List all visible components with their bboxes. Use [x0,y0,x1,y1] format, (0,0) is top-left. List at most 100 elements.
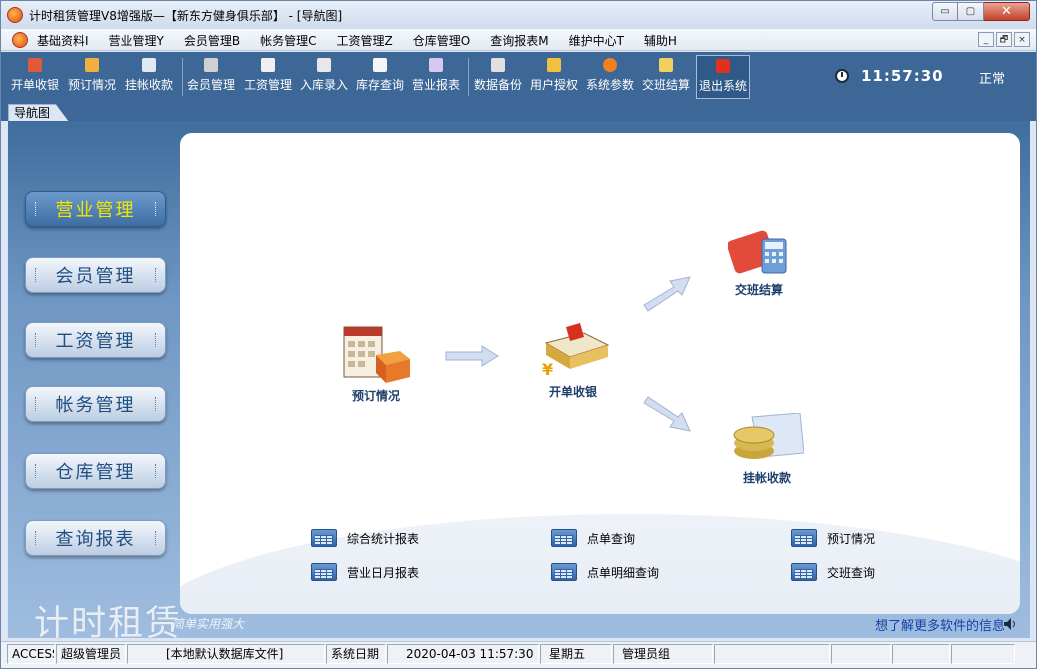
flow-booking-label: 预订情况 [351,389,400,403]
report-grid-icon [791,529,817,547]
nav-members-button[interactable]: 会员管理 [25,257,166,293]
toolbar-booking-label: 预订情况 [68,78,117,92]
mdi-minimize-button[interactable]: _ [978,32,994,47]
report-grid-icon [791,563,817,581]
toolbar-exit-label: 退出系统 [699,79,748,93]
toolbar-report-button[interactable]: 营业报表 [412,55,460,99]
flow-credit[interactable]: 挂帐收款 [730,413,804,486]
status-database-file: [本地默认数据库文件] [127,644,325,664]
nav-reports-button[interactable]: 查询报表 [25,520,166,556]
mdi-restore-button[interactable]: 🗗 [996,32,1012,47]
connection-status: 正常 [979,72,1006,87]
flow-booking[interactable]: 预订情况 [340,325,412,404]
menu-maintenance[interactable]: 维护中心T [569,32,634,49]
toolbar-separator [468,58,469,96]
status-empty-cell [951,644,1015,664]
flow-shift[interactable]: 交班结算 [728,227,790,298]
close-button[interactable]: ✕ [984,2,1030,21]
mdi-close-button[interactable]: × [1014,32,1030,47]
toolbar-checkout-label: 开单收银 [11,78,60,92]
toolbar-settings-button[interactable]: 系统参数 [586,55,634,99]
brand-logo-text: 计时租赁 [34,604,183,644]
backup-icon [491,58,505,72]
menu-members[interactable]: 会员管理B [184,32,250,49]
toolbar-stock-query-button[interactable]: 库存查询 [356,55,404,99]
calculator-card-icon [728,230,787,274]
cash-register-icon [28,58,42,72]
menu-bar: 基础资料I 营业管理Y 会员管理B 帐务管理C 工资管理Z 仓库管理O 查询报表… [1,29,1036,51]
flow-checkout[interactable]: ¥ 开单收银 [536,323,610,400]
toolbar-booking-button[interactable]: 预订情况 [68,55,116,99]
menu-warehouse[interactable]: 仓库管理O [413,32,480,49]
toolbar-wages-button[interactable]: 工资管理 [244,55,292,99]
toolbar-auth-label: 用户授权 [530,78,579,92]
link-order-query-label: 点单查询 [587,531,636,546]
app-icon [7,7,23,23]
menu-wages[interactable]: 工资管理Z [337,32,403,49]
stock-in-icon [317,58,331,72]
flow-panel: 预订情况 ¥ 开单收银 交班结算 挂帐收款 综合统计报表 点单查询 预订情况 营… [180,133,1020,614]
nav-business-button[interactable]: 营业管理 [25,191,166,227]
tab-strip: 导航图 [1,102,1036,122]
clock-icon [835,69,849,83]
mdi-app-icon[interactable] [12,32,28,48]
title-bar: 计时租赁管理V8增强版—【新东方健身俱乐部】 - [导航图] ▭ ▢ ✕ [1,1,1036,29]
flow-shift-label: 交班结算 [734,283,783,297]
stock-query-icon [373,58,387,72]
status-empty-cell [892,644,950,664]
toolbar-credit-button[interactable]: 挂帐收款 [125,55,173,99]
link-shift-query-label: 交班查询 [827,565,876,580]
status-empty-cell [831,644,891,664]
menu-help[interactable]: 辅助H [644,32,687,49]
status-empty-cell [714,644,830,664]
link-order-detail-query[interactable]: 点单明细查询 [551,563,659,581]
toolbar-exit-button[interactable]: 退出系统 [696,55,751,99]
toolbar-members-label: 会员管理 [187,78,236,92]
toolbar-members-button[interactable]: 会员管理 [187,55,235,99]
speaker-icon[interactable] [1003,617,1017,631]
svg-text:¥: ¥ [542,360,553,379]
menu-accounts[interactable]: 帐务管理C [260,32,326,49]
toolbar-stock-query-label: 库存查询 [356,78,405,92]
tab-navigation-map[interactable]: 导航图 [8,104,70,122]
more-info-link[interactable]: 想了解更多软件的信息 [875,615,1005,634]
link-summary-report[interactable]: 综合统计报表 [311,529,419,547]
arrow-down-right-icon [643,396,691,432]
flow-credit-label: 挂帐收款 [742,471,791,485]
toolbar-auth-button[interactable]: 用户授权 [530,55,578,99]
nav-accounts-button[interactable]: 帐务管理 [25,386,166,422]
arrow-up-right-icon [643,276,691,312]
wages-icon [261,58,275,72]
link-booking[interactable]: 预订情况 [791,529,875,547]
arrow-right-icon [445,345,499,367]
report-grid-icon [551,529,577,547]
minimize-button[interactable]: ▭ [932,2,958,21]
maximize-button[interactable]: ▢ [958,2,984,21]
booking-icon [85,58,99,72]
main-area: 营业管理 会员管理 工资管理 帐务管理 仓库管理 查询报表 预订情况 ¥ 开单收… [8,121,1030,644]
members-icon [204,58,218,72]
menu-reports[interactable]: 查询报表M [490,32,558,49]
exit-icon [716,59,730,73]
menu-basic-data[interactable]: 基础资料I [37,32,99,49]
menu-business[interactable]: 营业管理Y [109,32,174,49]
toolbar-backup-button[interactable]: 数据备份 [474,55,522,99]
link-booking-label: 预订情况 [827,531,876,546]
link-shift-query[interactable]: 交班查询 [791,563,875,581]
link-order-query[interactable]: 点单查询 [551,529,635,547]
link-daily-monthly-report[interactable]: 营业日月报表 [311,563,419,581]
link-summary-report-label: 综合统计报表 [347,531,420,546]
mdi-controls: _ 🗗 × [978,32,1030,47]
clock-display: 11:57:30 [861,67,944,85]
status-system-date-label: 系统日期 [326,644,386,664]
toolbar-checkout-button[interactable]: 开单收银 [11,55,59,99]
toolbar-stock-in-button[interactable]: 入库录入 [300,55,348,99]
window-title: 计时租赁管理V8增强版—【新东方健身俱乐部】 - [导航图] [29,9,343,23]
nav-wages-button[interactable]: 工资管理 [25,322,166,358]
report-icon [429,58,443,72]
status-user: 超级管理员 [56,644,126,664]
window-controls: ▭ ▢ ✕ [932,2,1030,21]
toolbar-shift-button[interactable]: 交班结算 [642,55,690,99]
nav-warehouse-button[interactable]: 仓库管理 [25,453,166,489]
toolbar-report-label: 营业报表 [412,78,461,92]
